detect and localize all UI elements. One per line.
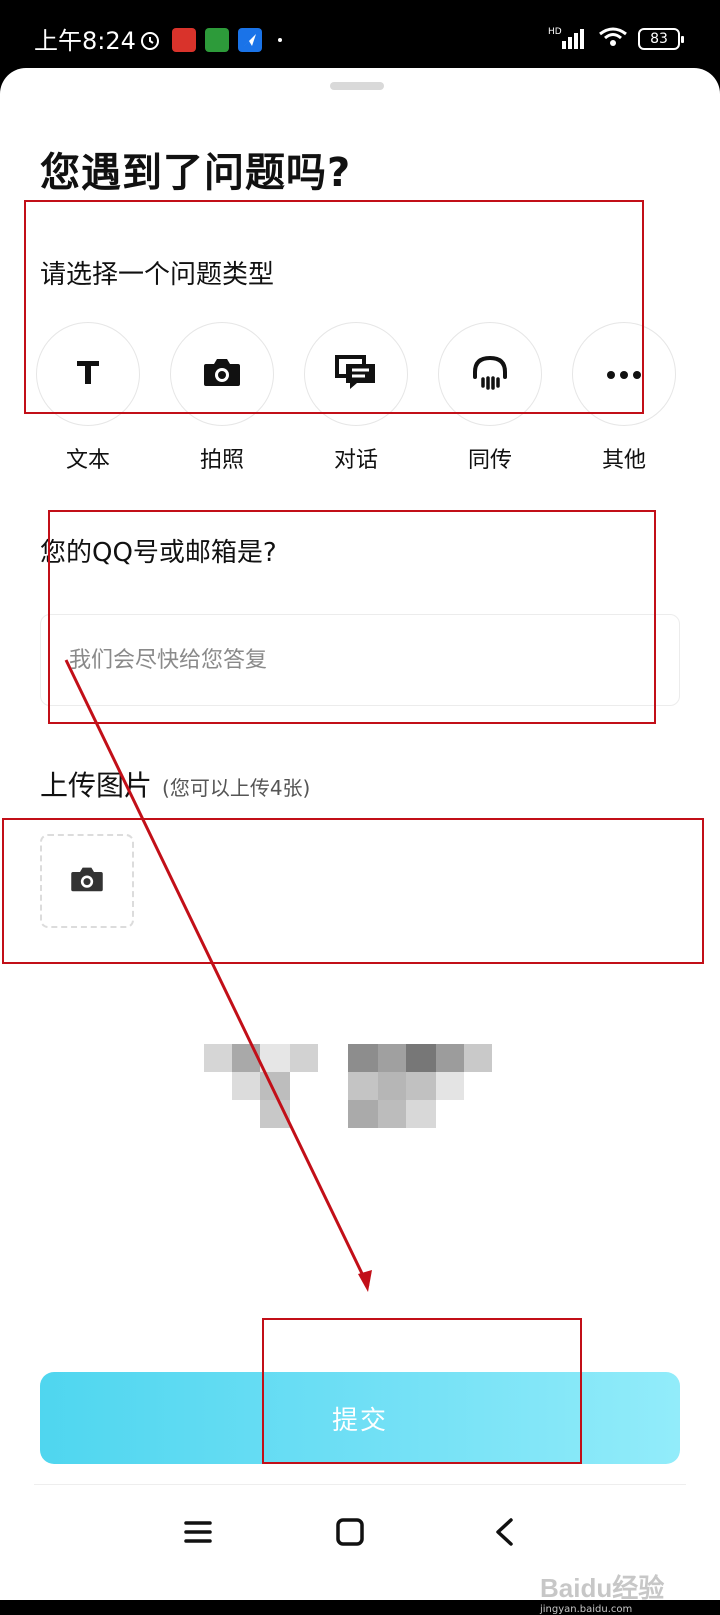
issue-type-interpret[interactable]: 同传 [438, 322, 542, 474]
issue-type-dialogue-circle[interactable] [304, 322, 408, 426]
home-icon [336, 1518, 364, 1550]
page-title: 您遇到了问题吗? [40, 150, 352, 196]
issue-type-other-circle[interactable] [572, 322, 676, 426]
camera-icon [69, 865, 105, 897]
upload-title: 上传图片 [40, 769, 153, 802]
headset-icon [470, 353, 510, 395]
app-kitchen-icon [172, 28, 196, 52]
app-navigation-icon [238, 28, 262, 52]
submit-button[interactable]: 提交 [40, 1372, 680, 1464]
upload-image-slot[interactable] [40, 834, 134, 928]
issue-type-dialogue[interactable]: 对话 [304, 322, 408, 474]
nav-home-button[interactable] [320, 1504, 380, 1564]
battery-icon: 83 [638, 28, 684, 50]
menu-icon [184, 1520, 212, 1548]
issue-type-text[interactable]: 文本 [36, 322, 140, 474]
issue-type-interpret-circle[interactable] [438, 322, 542, 426]
hd-label: HD [548, 27, 562, 37]
nav-menu-button[interactable] [168, 1504, 228, 1564]
drag-handle[interactable] [330, 82, 384, 90]
watermark-logo: Baidu经验 [540, 1573, 665, 1603]
wifi-icon [598, 26, 628, 52]
issue-type-label: 同传 [467, 448, 512, 473]
more-dots-icon [606, 365, 642, 384]
status-bar: 上午8:24 HD 83 [0, 0, 720, 68]
app-green-icon [205, 28, 229, 52]
issue-type-photo-circle[interactable] [170, 322, 274, 426]
issue-type-label: 拍照 [199, 448, 244, 473]
feedback-sheet: 您遇到了问题吗? 请选择一个问题类型 文本 拍照 对话 同传 其他 您的QQ号或… [0, 68, 720, 1615]
issue-type-prompt: 请选择一个问题类型 [40, 260, 275, 290]
back-icon [493, 1517, 515, 1551]
watermark-url: jingyan.baidu.com [540, 1604, 633, 1615]
issue-type-label: 其他 [601, 448, 646, 473]
upload-hint: (您可以上传4张) [162, 776, 311, 800]
nav-back-button[interactable] [474, 1504, 534, 1564]
issue-type-photo[interactable]: 拍照 [170, 322, 274, 474]
issue-type-text-circle[interactable] [36, 322, 140, 426]
status-right: HD 83 [548, 26, 684, 52]
contact-label: 您的QQ号或邮箱是? [40, 538, 277, 568]
contact-input[interactable] [40, 614, 680, 706]
camera-icon [202, 356, 242, 392]
issue-type-other[interactable]: 其他 [572, 322, 676, 474]
issue-type-label: 文本 [65, 448, 110, 473]
alarm-icon [138, 28, 162, 52]
notification-dot-icon [278, 38, 282, 42]
issue-type-label: 对话 [333, 448, 378, 473]
status-time: 上午8:24 [34, 27, 136, 55]
chat-bubble-icon [334, 354, 378, 394]
upload-section-title: 上传图片 (您可以上传4张) [40, 764, 310, 804]
nav-divider [34, 1484, 686, 1485]
signal-icon: HD [548, 27, 588, 51]
text-t-icon [73, 357, 103, 391]
